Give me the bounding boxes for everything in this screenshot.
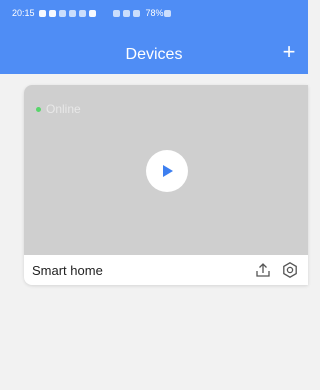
app-header: 20:15 78% Devices + xyxy=(0,0,308,74)
online-indicator-icon xyxy=(36,106,41,112)
wifi-icon xyxy=(132,9,140,17)
status-bar: 20:15 78% xyxy=(12,0,296,26)
settings-icon xyxy=(283,262,297,278)
device-name: Smart home xyxy=(32,262,103,278)
device-card[interactable]: Online Smart home xyxy=(24,85,308,285)
notification-icon xyxy=(78,9,86,17)
battery-icon xyxy=(163,9,171,17)
play-button[interactable] xyxy=(146,150,188,192)
notification-icon xyxy=(58,9,66,17)
page-title: Devices xyxy=(125,46,183,63)
settings-button[interactable] xyxy=(281,261,299,279)
share-icon xyxy=(256,263,270,277)
battery-level: 78% xyxy=(145,8,164,18)
device-info-bar: Smart home xyxy=(24,255,308,285)
share-button[interactable] xyxy=(254,261,272,279)
notification-icon xyxy=(88,9,96,17)
add-device-button[interactable]: + xyxy=(278,41,300,63)
online-status: Online xyxy=(36,102,81,116)
online-label: Online xyxy=(46,102,81,116)
notification-icon xyxy=(48,9,56,17)
mute-icon xyxy=(122,9,130,17)
notification-icon xyxy=(38,9,46,17)
signal-icon xyxy=(112,9,120,17)
notification-icon xyxy=(68,9,76,17)
status-time: 20:15 xyxy=(12,8,35,18)
play-icon xyxy=(163,165,173,177)
camera-preview[interactable]: Online xyxy=(24,85,308,255)
